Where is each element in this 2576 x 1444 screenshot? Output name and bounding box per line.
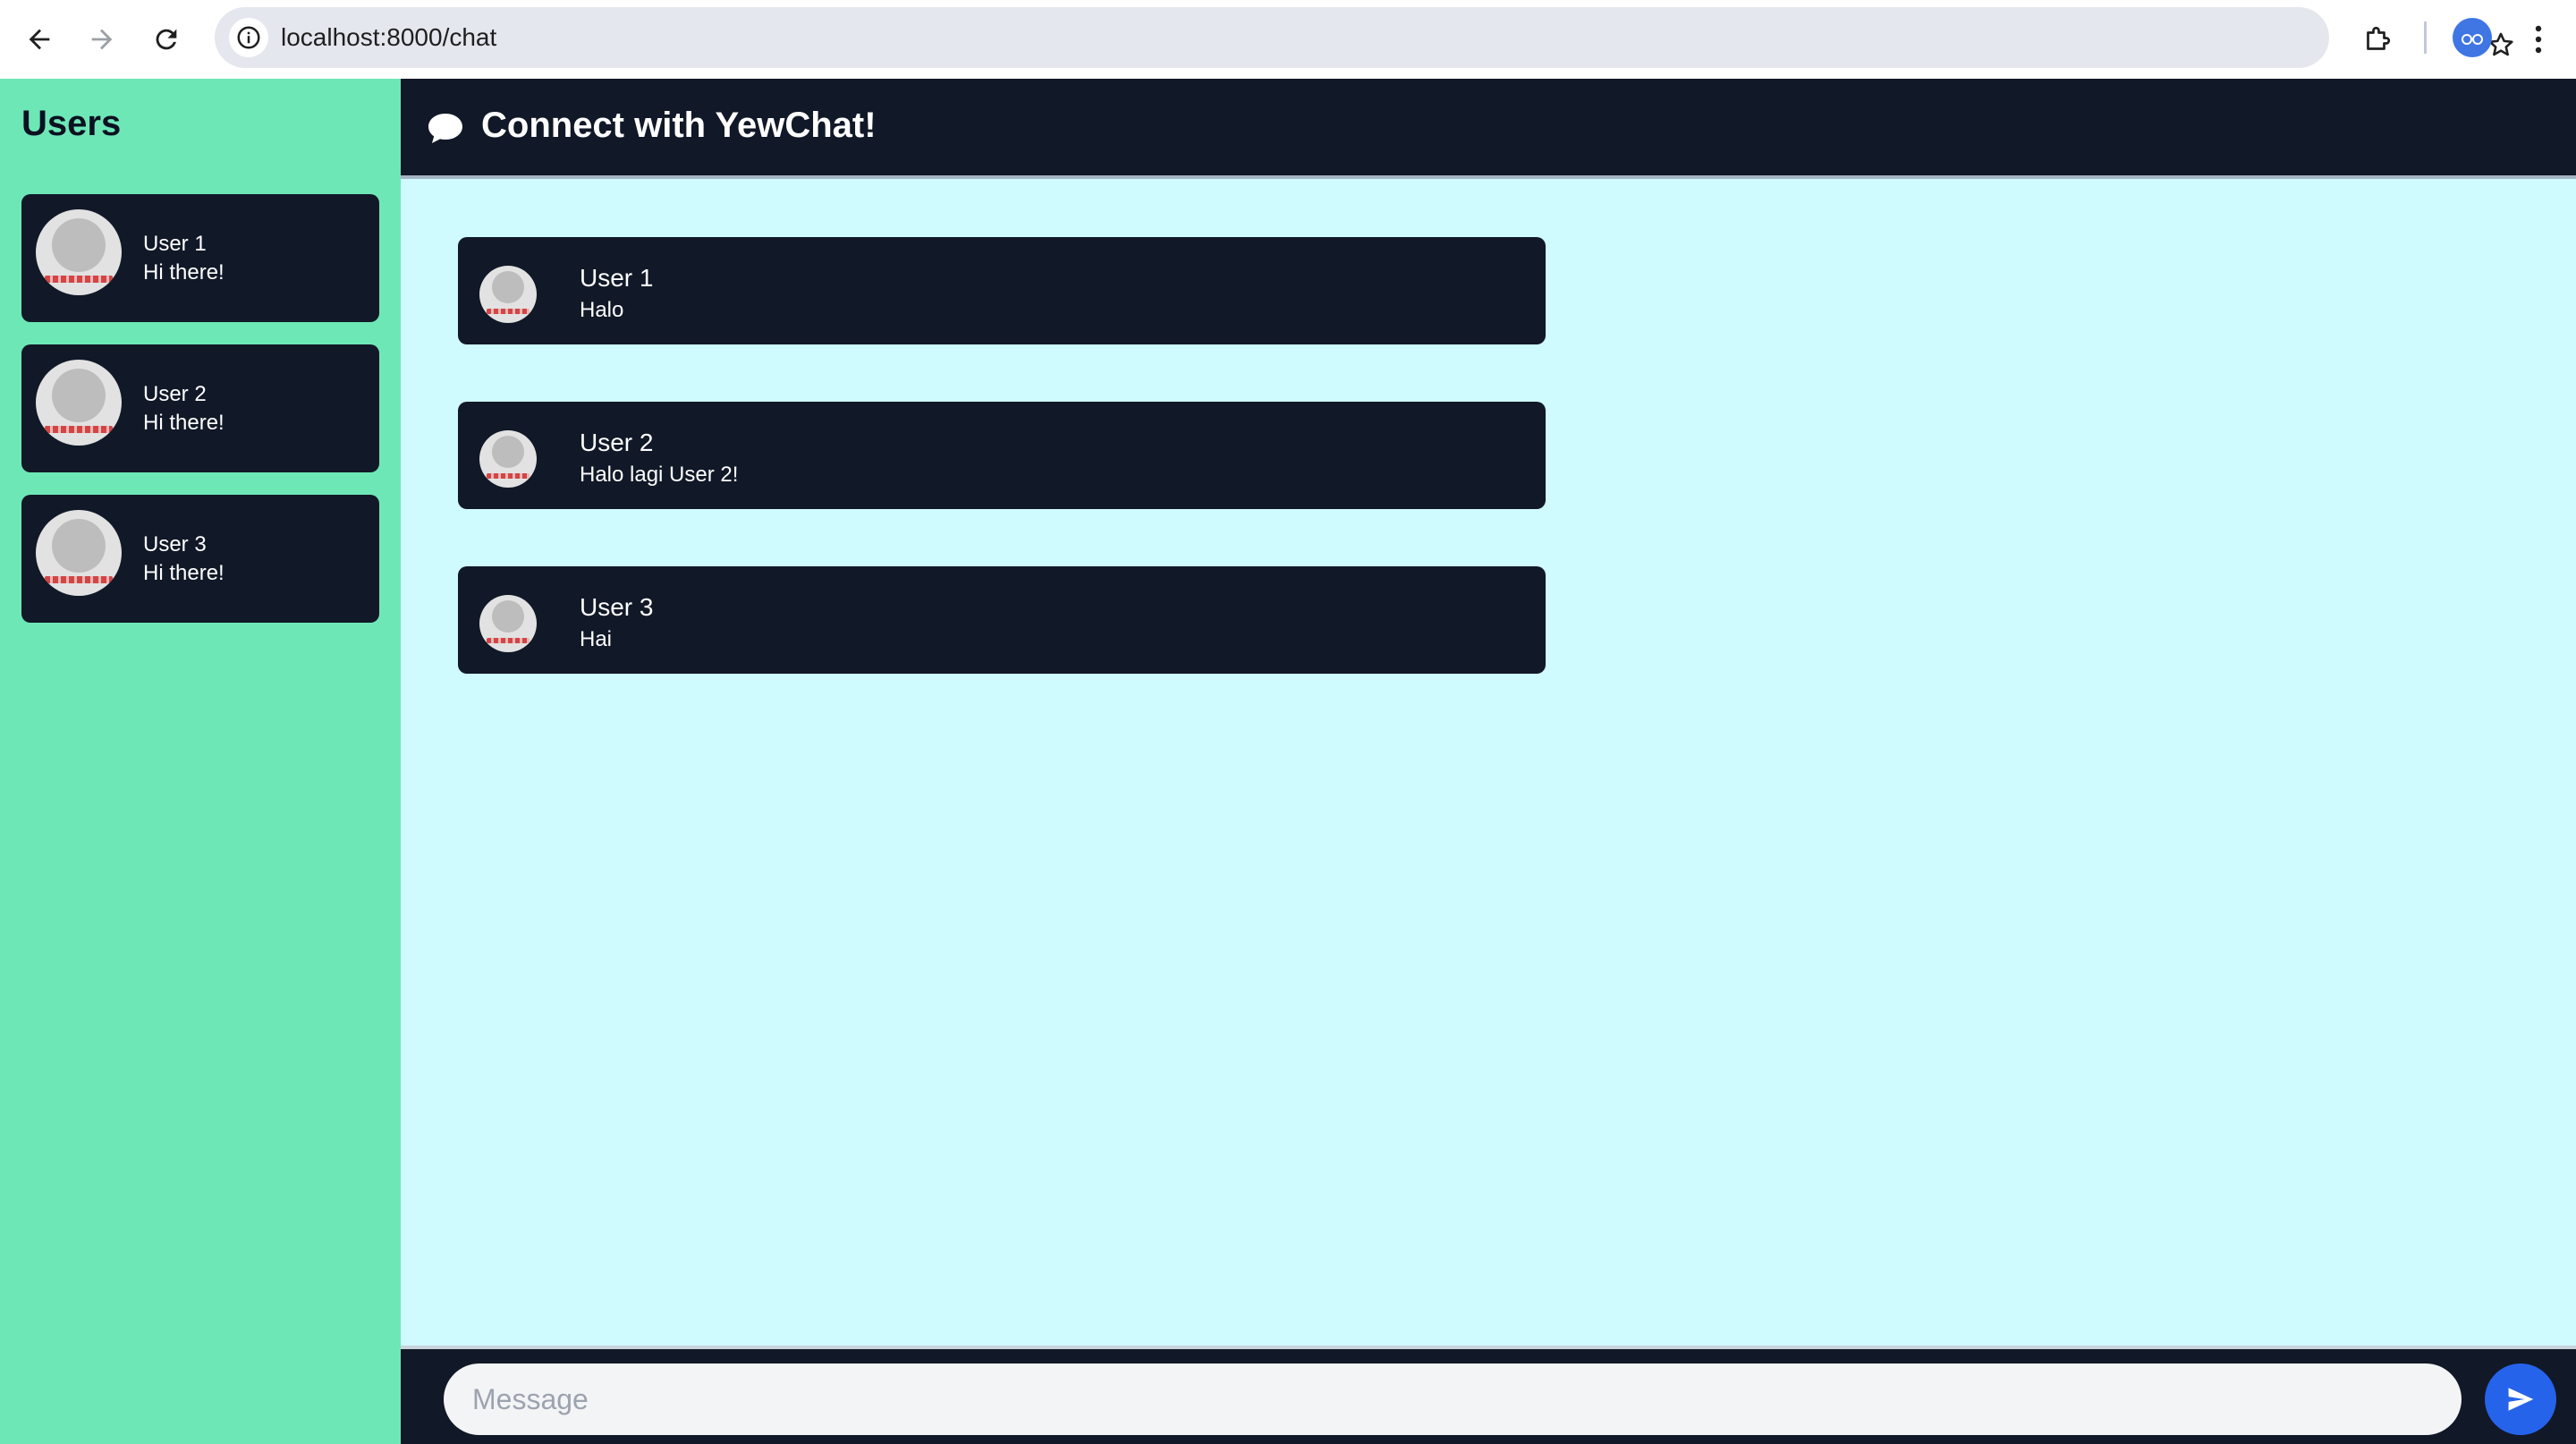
forward-arrow-icon: [91, 29, 113, 50]
user-name: User 1: [143, 232, 207, 256]
send-icon: [2508, 1388, 2534, 1411]
forward-button[interactable]: [75, 13, 129, 66]
user-card[interactable]: User 2 Hi there!: [21, 344, 379, 472]
user-card[interactable]: User 1 Hi there!: [21, 194, 379, 322]
toolbar-divider: [2424, 21, 2427, 54]
user-status: Hi there!: [143, 411, 225, 435]
user-card[interactable]: User 3 Hi there!: [21, 495, 379, 623]
chat-bubble-icon: [428, 114, 462, 143]
back-arrow-icon: [29, 29, 50, 50]
reload-button[interactable]: [140, 13, 193, 66]
message-composer: [401, 1346, 2576, 1444]
avatar: [479, 595, 537, 652]
page-title: Connect with YewChat!: [481, 106, 877, 145]
avatar: [36, 360, 122, 446]
send-button[interactable]: [2485, 1363, 2556, 1435]
user-name: User 2: [143, 382, 207, 406]
avatar: [479, 430, 537, 488]
user-name: User 3: [143, 532, 207, 556]
back-button[interactable]: [13, 13, 66, 66]
extensions-puzzle-icon[interactable]: [2351, 13, 2404, 66]
message-item: User 2 Halo lagi User 2!: [458, 402, 1546, 509]
users-sidebar: Users User 1 Hi there! User 2 Hi there! …: [0, 79, 401, 1444]
message-text: Halo lagi User 2!: [580, 463, 739, 487]
message-author: User 1: [580, 264, 654, 292]
message-author: User 3: [580, 593, 654, 621]
sidebar-title: Users: [21, 104, 122, 143]
message-text: Hai: [580, 627, 613, 651]
user-status: Hi there!: [143, 561, 225, 585]
site-info-icon[interactable]: [229, 18, 268, 57]
message-author: User 2: [580, 429, 654, 456]
chat-header: Connect with YewChat!: [401, 79, 2576, 175]
avatar: [36, 209, 122, 295]
address-bar[interactable]: localhost:8000/chat: [215, 7, 2513, 68]
browser-menu-icon[interactable]: [2513, 13, 2563, 66]
message-input[interactable]: [444, 1363, 2462, 1435]
url-text[interactable]: localhost:8000/chat: [281, 7, 496, 68]
avatar: [36, 510, 122, 596]
user-status: Hi there!: [143, 260, 225, 285]
profile-avatar-icon[interactable]: [2453, 18, 2492, 57]
message-text: Halo: [580, 298, 624, 322]
browser-toolbar: localhost:8000/chat: [0, 0, 2576, 79]
avatar: [479, 266, 537, 323]
message-item: User 1 Halo: [458, 237, 1546, 344]
message-list: User 1 Halo User 2 Halo lagi User 2! Use…: [401, 179, 2576, 1346]
composer-divider: [401, 1346, 2576, 1349]
reload-icon: [156, 29, 177, 50]
message-item: User 3 Hai: [458, 566, 1546, 674]
